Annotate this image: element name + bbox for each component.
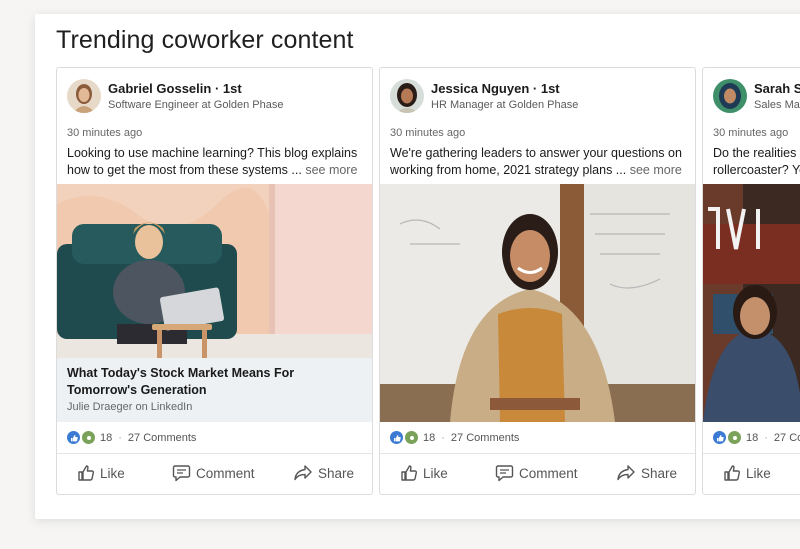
post-card[interactable]: Gabriel Gosselin · 1st Software Engineer… <box>56 67 373 495</box>
section-title: Trending coworker content <box>56 26 354 54</box>
article-source: Julie Draeger on LinkedIn <box>67 401 193 413</box>
action-bar: Like Comment Share <box>380 453 695 494</box>
action-bar: Like Comment Share <box>57 453 372 494</box>
like-reaction-icon <box>67 431 80 444</box>
see-more-link[interactable]: see more <box>630 163 682 177</box>
author-headline: Software Engineer at Golden Phase <box>108 99 284 111</box>
action-bar: Like <box>703 453 800 494</box>
social-counts: 18 · 27 Co <box>713 430 800 445</box>
avatar[interactable] <box>713 79 747 113</box>
speech-bubble-icon <box>495 465 514 482</box>
trending-content-panel: Trending coworker content Gabriel Gossel… <box>35 14 800 519</box>
article-preview[interactable]: What Today's Stock Market Means For Tomo… <box>57 358 372 422</box>
comment-count[interactable]: 27 Comments <box>128 432 196 444</box>
post-text: We're gathering leaders to answer your q… <box>390 146 682 177</box>
post-card[interactable]: Jessica Nguyen · 1st HR Manager at Golde… <box>379 67 696 495</box>
like-button[interactable]: Like <box>77 464 125 482</box>
separator: · <box>118 431 122 444</box>
avatar[interactable] <box>67 79 101 113</box>
comment-button[interactable]: Comment <box>495 464 578 482</box>
thumbs-up-icon <box>724 465 741 481</box>
share-arrow-icon <box>294 465 312 481</box>
share-button[interactable]: Share <box>293 464 354 482</box>
post-card[interactable]: Sarah Si Sales Ma 30 minutes ago Do the … <box>702 67 800 495</box>
avatar[interactable] <box>390 79 424 113</box>
thumbs-up-icon <box>78 465 95 481</box>
like-reaction-icon <box>390 431 403 444</box>
post-time: 30 minutes ago <box>713 127 789 139</box>
like-button[interactable]: Like <box>400 464 448 482</box>
separator: · <box>441 431 445 444</box>
author-name[interactable]: Gabriel Gosselin · 1st <box>108 81 242 96</box>
speech-bubble-icon <box>172 465 191 482</box>
post-text: Looking to use machine learning? This bl… <box>67 146 358 177</box>
social-counts: 18 · 27 Comments <box>67 430 196 445</box>
comment-count[interactable]: 27 Co <box>774 432 800 444</box>
reaction-count[interactable]: 18 <box>746 432 758 444</box>
author-headline: HR Manager at Golden Phase <box>431 99 579 111</box>
like-button[interactable]: Like <box>723 464 771 482</box>
thumbs-up-icon <box>401 465 418 481</box>
article-title[interactable]: What Today's Stock Market Means For Tomo… <box>67 365 362 399</box>
post-image[interactable] <box>380 184 695 422</box>
post-header: Sarah Si Sales Ma <box>713 79 800 115</box>
post-header: Gabriel Gosselin · 1st Software Engineer… <box>67 79 364 115</box>
celebrate-reaction-icon <box>404 430 419 445</box>
comment-count[interactable]: 27 Comments <box>451 432 519 444</box>
post-text: Do the realities rollercoaster? Yo <box>713 146 800 177</box>
separator: · <box>764 431 768 444</box>
author-name[interactable]: Jessica Nguyen · 1st <box>431 81 560 96</box>
post-header: Jessica Nguyen · 1st HR Manager at Golde… <box>390 79 687 115</box>
post-time: 30 minutes ago <box>67 127 143 139</box>
like-reaction-icon <box>713 431 726 444</box>
post-image[interactable] <box>703 184 800 422</box>
reaction-count[interactable]: 18 <box>423 432 435 444</box>
comment-button[interactable]: Comment <box>172 464 255 482</box>
author-headline: Sales Ma <box>754 99 800 111</box>
reaction-count[interactable]: 18 <box>100 432 112 444</box>
share-button[interactable]: Share <box>616 464 677 482</box>
social-counts: 18 · 27 Comments <box>390 430 519 445</box>
celebrate-reaction-icon <box>81 430 96 445</box>
post-time: 30 minutes ago <box>390 127 466 139</box>
share-arrow-icon <box>617 465 635 481</box>
see-more-link[interactable]: see more <box>305 163 357 177</box>
celebrate-reaction-icon <box>727 430 742 445</box>
post-image[interactable] <box>57 184 372 358</box>
author-name[interactable]: Sarah Si <box>754 81 800 96</box>
